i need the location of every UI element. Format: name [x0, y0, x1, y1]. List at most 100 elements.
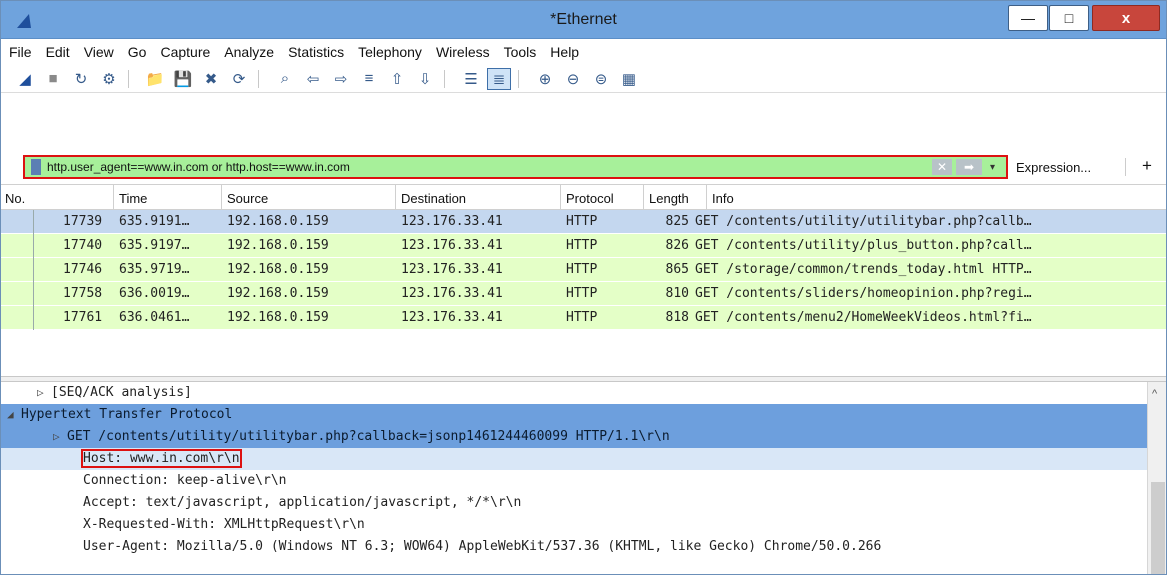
- packet-dst-cell: 123.176.33.41: [401, 286, 503, 301]
- detail-line[interactable]: User-Agent: Mozilla/5.0 (Windows NT 6.3;…: [1, 536, 1147, 558]
- column-header-protocol[interactable]: Protocol: [566, 191, 614, 206]
- detail-text: Connection: keep-alive\r\n: [83, 473, 287, 488]
- detail-content: Host: www.in.com\r\n: [81, 448, 242, 470]
- menu-tools[interactable]: Tools: [504, 44, 537, 60]
- detail-content: ◢ Hypertext Transfer Protocol: [7, 404, 232, 426]
- add-filter-button[interactable]: +: [1142, 156, 1152, 176]
- packet-len-cell: 810: [665, 286, 689, 301]
- column-divider[interactable]: [395, 185, 396, 209]
- menu-go[interactable]: Go: [128, 44, 147, 60]
- maximize-button[interactable]: □: [1049, 5, 1089, 31]
- scroll-up-icon[interactable]: ^: [1152, 388, 1157, 400]
- resize-columns-icon[interactable]: ▦: [617, 68, 641, 90]
- save-icon[interactable]: 💾: [171, 68, 195, 90]
- open-folder-icon[interactable]: 📁: [143, 68, 167, 90]
- back-icon[interactable]: ⇦: [301, 68, 325, 90]
- detail-content: User-Agent: Mozilla/5.0 (Windows NT 6.3;…: [83, 536, 881, 558]
- menu-file[interactable]: File: [9, 44, 32, 60]
- normal-size-icon[interactable]: ⊜: [589, 68, 613, 90]
- packet-info-cell: GET /contents/utility/plus_button.php?ca…: [695, 238, 1032, 253]
- packet-dst-cell: 123.176.33.41: [401, 214, 503, 229]
- packet-no-cell: 17739: [63, 214, 103, 229]
- column-divider[interactable]: [221, 185, 222, 209]
- detail-line[interactable]: ◢ Hypertext Transfer Protocol: [1, 404, 1147, 426]
- column-header-info[interactable]: Info: [712, 191, 734, 206]
- options-gear-icon[interactable]: ⚙: [97, 68, 121, 90]
- details-scrollbar[interactable]: ^: [1147, 382, 1166, 574]
- detail-line[interactable]: ▷ GET /contents/utility/utilitybar.php?ca…: [1, 426, 1147, 448]
- column-header-source[interactable]: Source: [227, 191, 268, 206]
- expand-triangle-icon[interactable]: ◢: [7, 404, 21, 426]
- toolbar-separator: [518, 69, 526, 88]
- autoscroll-icon[interactable]: ☰: [459, 68, 483, 90]
- packet-row[interactable]: 17758 636.0019… 192.168.0.159 123.176.33.41…: [1, 282, 1166, 306]
- clear-filter-button[interactable]: ✕: [932, 159, 952, 175]
- menu-view[interactable]: View: [84, 44, 114, 60]
- column-divider[interactable]: [706, 185, 707, 209]
- filter-bookmark-icon[interactable]: [31, 159, 41, 175]
- menu-capture[interactable]: Capture: [160, 44, 210, 60]
- related-packet-marker: [33, 282, 34, 306]
- filter-history-dropdown[interactable]: ▾: [990, 162, 1000, 173]
- restart-icon[interactable]: ↻: [69, 68, 93, 90]
- first-packet-icon[interactable]: ⇧: [385, 68, 409, 90]
- close-window-button[interactable]: x: [1092, 5, 1160, 31]
- packet-no-cell: 17740: [63, 238, 103, 253]
- packet-proto-cell: HTTP: [566, 310, 598, 325]
- goto-packet-icon[interactable]: ≡: [357, 68, 381, 90]
- menu-help[interactable]: Help: [550, 44, 579, 60]
- scrollbar-thumb[interactable]: [1151, 482, 1165, 574]
- last-packet-icon[interactable]: ⇩: [413, 68, 437, 90]
- zoom-out-icon[interactable]: ⊖: [561, 68, 585, 90]
- stop-icon[interactable]: ■: [41, 68, 65, 90]
- display-filter-input[interactable]: http.user_agent==www.in.com or http.host…: [23, 155, 1008, 179]
- detail-content: X-Requested-With: XMLHttpRequest\r\n: [83, 514, 365, 536]
- window-title: *Ethernet: [550, 11, 617, 28]
- menu-analyze[interactable]: Analyze: [224, 44, 274, 60]
- apply-filter-button[interactable]: ➡: [956, 159, 982, 175]
- minimize-button[interactable]: —: [1008, 5, 1048, 31]
- expand-triangle-icon[interactable]: ▷: [53, 426, 67, 448]
- column-divider[interactable]: [560, 185, 561, 209]
- expression-button[interactable]: Expression...: [1016, 160, 1091, 175]
- packet-row[interactable]: 17739 635.9191… 192.168.0.159 123.176.33.41…: [1, 210, 1166, 234]
- detail-line[interactable]: Accept: text/javascript, application/jav…: [1, 492, 1147, 514]
- find-icon[interactable]: ⌕: [273, 68, 297, 90]
- menu-edit[interactable]: Edit: [46, 44, 70, 60]
- column-header-destination[interactable]: Destination: [401, 191, 466, 206]
- close-file-icon[interactable]: ✖: [199, 68, 223, 90]
- detail-line[interactable]: ▷ [SEQ/ACK analysis]: [1, 382, 1147, 404]
- detail-content: Connection: keep-alive\r\n: [83, 470, 287, 492]
- expand-triangle-icon[interactable]: ▷: [37, 382, 51, 404]
- column-header-time[interactable]: Time: [119, 191, 147, 206]
- packet-proto-cell: HTTP: [566, 262, 598, 277]
- display-filter-bar: http.user_agent==www.in.com or http.host…: [1, 152, 1166, 182]
- column-header-no[interactable]: No.: [5, 191, 25, 206]
- menu-statistics[interactable]: Statistics: [288, 44, 344, 60]
- column-header-length[interactable]: Length: [649, 191, 689, 206]
- detail-text: Hypertext Transfer Protocol: [21, 407, 233, 422]
- minimize-icon: —: [1021, 10, 1035, 26]
- packet-row[interactable]: 17740 635.9197… 192.168.0.159 123.176.33.41…: [1, 234, 1166, 258]
- detail-line[interactable]: X-Requested-With: XMLHttpRequest\r\n: [1, 514, 1147, 536]
- zoom-in-icon[interactable]: ⊕: [533, 68, 557, 90]
- reload-icon[interactable]: ⟳: [227, 68, 251, 90]
- packet-details-pane: ▷ [SEQ/ACK analysis] ◢ Hypertext Transfer P…: [1, 382, 1147, 574]
- packet-row[interactable]: 17746 635.9719… 192.168.0.159 123.176.33.41…: [1, 258, 1166, 282]
- detail-line[interactable]: Connection: keep-alive\r\n: [1, 470, 1147, 492]
- menu-wireless[interactable]: Wireless: [436, 44, 490, 60]
- forward-icon[interactable]: ⇨: [329, 68, 353, 90]
- packet-row[interactable]: 17761 636.0461… 192.168.0.159 123.176.33.41…: [1, 306, 1166, 330]
- packet-time-cell: 635.9719…: [119, 262, 190, 277]
- colorize-icon[interactable]: ≣: [487, 67, 511, 90]
- packet-src-cell: 192.168.0.159: [227, 262, 329, 277]
- column-divider[interactable]: [643, 185, 644, 209]
- column-divider[interactable]: [113, 185, 114, 209]
- packet-dst-cell: 123.176.33.41: [401, 262, 503, 277]
- menu-telephony[interactable]: Telephony: [358, 44, 422, 60]
- shark-fin-start-icon[interactable]: ◢: [13, 68, 37, 90]
- filter-text[interactable]: http.user_agent==www.in.com or http.host…: [47, 160, 932, 174]
- packet-dst-cell: 123.176.33.41: [401, 238, 503, 253]
- detail-line[interactable]: Host: www.in.com\r\n: [1, 448, 1147, 470]
- detail-text: Accept: text/javascript, application/jav…: [83, 495, 522, 510]
